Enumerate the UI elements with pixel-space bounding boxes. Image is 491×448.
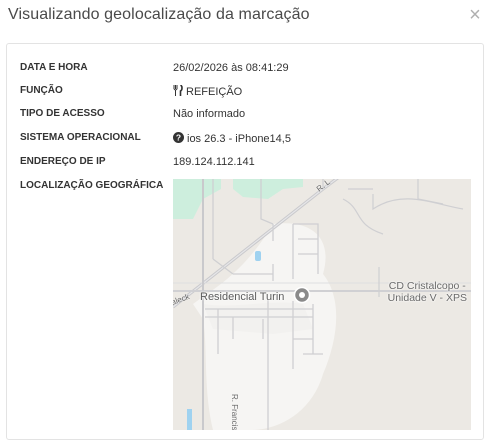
detail-label: TIPO DE ACESSO — [20, 108, 105, 119]
detail-value: ios 26.3 - iPhone14,5 — [187, 133, 291, 145]
detail-value-wrap: REFEIÇÃO — [173, 84, 243, 99]
fork-knife-icon — [173, 84, 183, 99]
detail-label: FUNÇÃO — [20, 85, 63, 96]
map-poi-label: CD Cristalcopo - Unidade V - XPS — [388, 280, 467, 304]
detail-label: ENDEREÇO DE IP — [20, 156, 106, 167]
location-pin-icon — [293, 286, 311, 304]
modal-title: Visualizando geolocalização da marcação — [8, 6, 310, 23]
detail-value-wrap: ? ios 26.3 - iPhone14,5 — [173, 132, 291, 146]
map-place-label: Residencial Turin — [200, 291, 285, 303]
detail-value: 189.124.112.141 — [173, 156, 255, 168]
detail-label: LOCALIZAÇÃO GEOGRÁFICA — [20, 180, 164, 191]
svg-text:?: ? — [176, 133, 181, 143]
detail-value: REFEIÇÃO — [186, 86, 243, 98]
details-panel: DATA E HORA 26/02/2026 às 08:41:29 FUNÇÃ… — [6, 43, 484, 440]
detail-value: 26/02/2026 às 08:41:29 — [173, 62, 289, 74]
location-map[interactable]: Residencial Turin CD Cristalcopo - Unida… — [173, 179, 471, 430]
detail-label: DATA E HORA — [20, 62, 88, 73]
close-icon[interactable]: × — [467, 5, 483, 25]
question-circle-icon: ? — [173, 132, 184, 146]
poi-label-line: CD Cristalcopo - — [388, 280, 466, 292]
poi-label-line: Unidade V - XPS — [387, 292, 467, 304]
detail-label: SISTEMA OPERACIONAL — [20, 132, 141, 143]
detail-value: Não informado — [173, 108, 246, 120]
map-canvas — [173, 179, 471, 430]
street-label-vertical: R. Francisco Bu — [230, 394, 239, 430]
